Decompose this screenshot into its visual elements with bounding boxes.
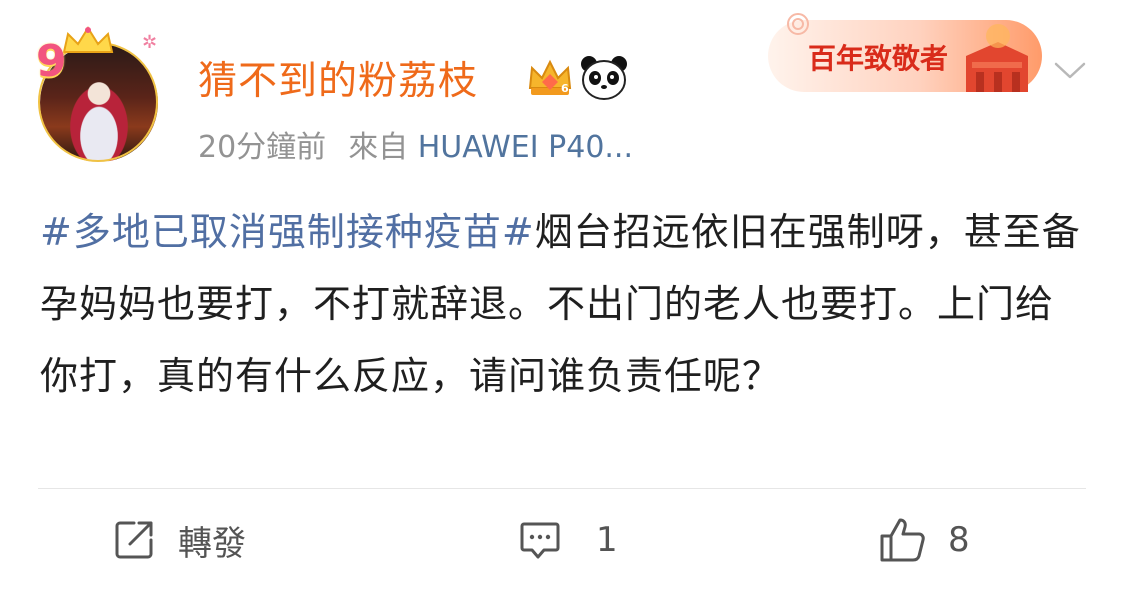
like-icon <box>880 518 925 562</box>
repost-icon <box>115 521 153 559</box>
avatar[interactable]: 9 ✲ <box>36 26 162 164</box>
source-device-link[interactable]: HUAWEI P40... <box>418 130 633 165</box>
repost-button[interactable]: 轉發 <box>112 512 246 568</box>
source-prefix: 來自 <box>348 130 409 165</box>
repost-label: 轉發 <box>178 523 246 564</box>
like-button[interactable]: 8 <box>878 512 970 568</box>
username[interactable]: 猜不到的粉荔枝 <box>198 50 478 106</box>
avatar-crown-icon <box>62 26 114 53</box>
post-content: #多地已取消强制接种疫苗#烟台招远依旧在强制呀，甚至备孕妈妈也要打，不打就辞退。… <box>40 196 1090 412</box>
sparkle-icon: ✲ <box>142 32 158 53</box>
hashtag-link[interactable]: #多地已取消强制接种疫苗# <box>40 210 535 254</box>
divider <box>38 488 1086 489</box>
comment-count: 1 <box>596 520 618 560</box>
like-count: 8 <box>948 520 970 560</box>
panda-icon <box>581 56 627 100</box>
avatar-badge: 9 <box>36 36 67 87</box>
banner-text: 百年致敬者 <box>808 42 948 75</box>
vip-crown-icon[interactable]: 6 <box>526 58 574 100</box>
svg-text:6: 6 <box>561 82 569 95</box>
post-time: 20分鐘前 <box>198 130 327 165</box>
comment-icon <box>520 522 560 559</box>
comment-button[interactable]: 1 <box>518 512 618 568</box>
chevron-down-icon[interactable] <box>1053 60 1087 82</box>
banner-badge[interactable]: 百年致敬者 <box>766 6 1044 102</box>
post-meta: 20分鐘前 來自 HUAWEI P40... <box>198 122 633 166</box>
